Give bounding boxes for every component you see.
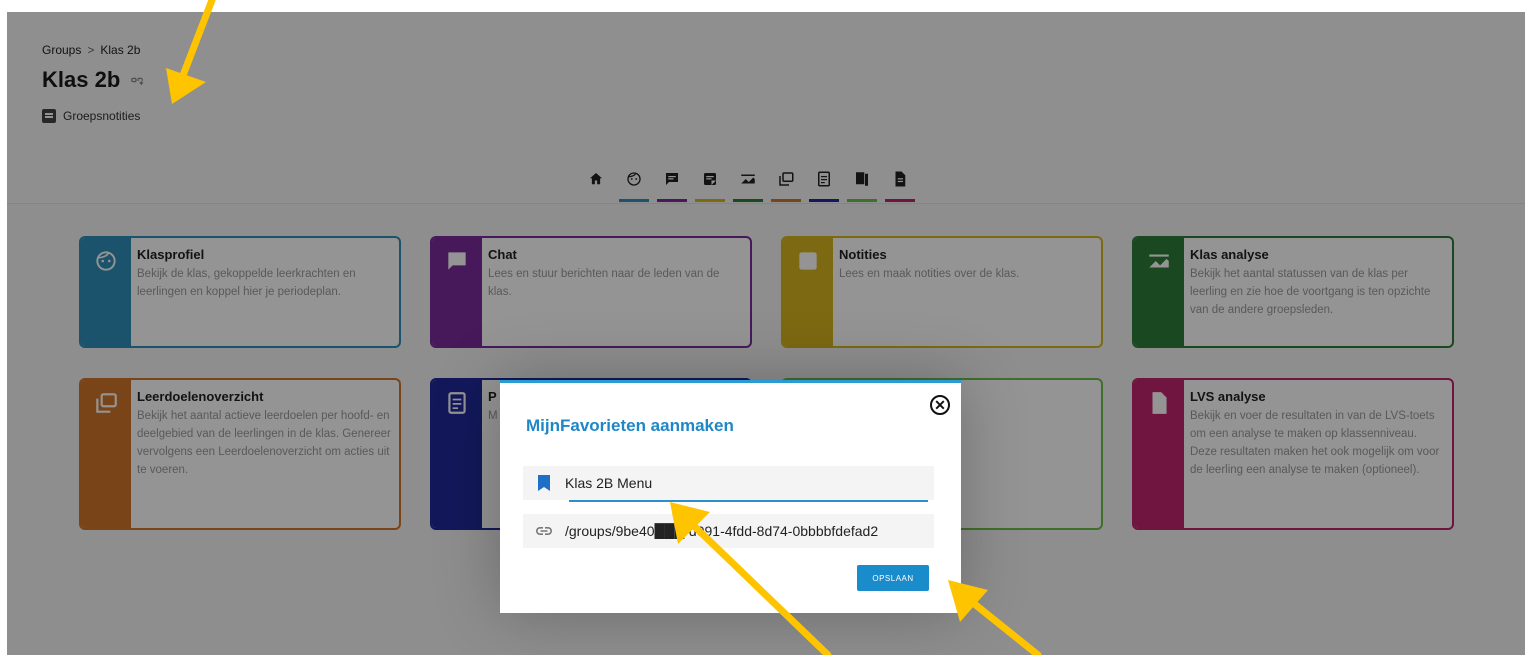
annotation-arrow-title xyxy=(166,0,216,104)
favorite-name-field[interactable] xyxy=(523,466,934,502)
annotation-arrow-save xyxy=(948,580,1042,655)
bookmark-icon xyxy=(523,475,565,491)
save-button[interactable]: OPSLAAN xyxy=(857,565,929,591)
page: Groups > Klas 2b Klas 2b Groepsnotities … xyxy=(0,0,1525,655)
link-icon xyxy=(523,526,565,536)
annotation-arrow-input xyxy=(670,502,832,655)
dialog-title: MijnFavorieten aanmaken xyxy=(526,416,734,435)
close-icon[interactable]: ✕ xyxy=(930,395,950,415)
favorite-name-input[interactable] xyxy=(565,475,915,491)
